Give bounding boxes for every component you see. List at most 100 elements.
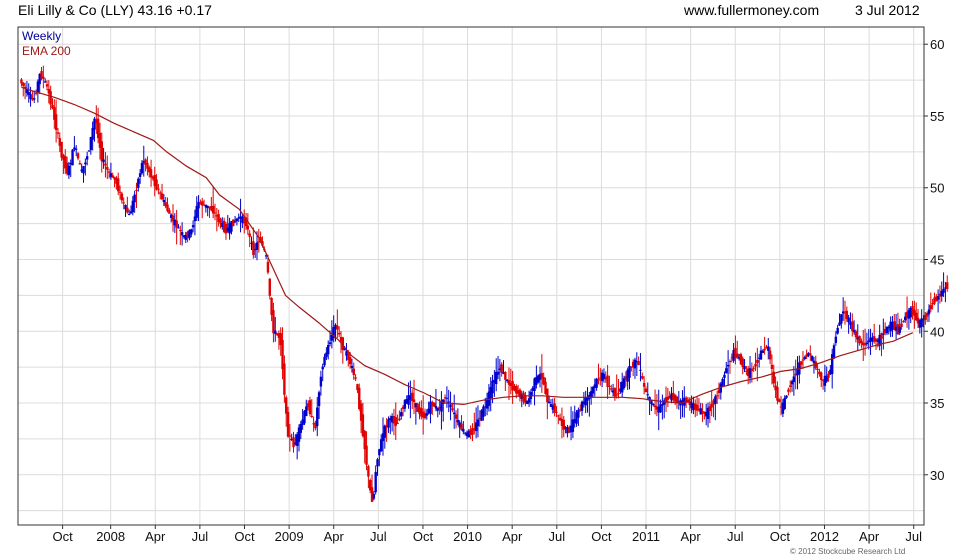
- candle-body: [255, 242, 259, 250]
- candle-body: [644, 388, 648, 393]
- candle-body: [482, 406, 485, 417]
- candle-body: [43, 81, 47, 83]
- candle-body: [597, 378, 600, 381]
- candle-body: [553, 403, 556, 413]
- candle-body: [168, 210, 171, 214]
- candle-body: [577, 409, 580, 418]
- candle-body: [832, 345, 836, 359]
- candle-body: [721, 378, 724, 386]
- x-tick-label: Apr: [324, 529, 345, 544]
- x-tick-label: Apr: [681, 529, 702, 544]
- candle-body: [157, 188, 160, 190]
- candle-body: [451, 408, 454, 411]
- candle-body: [354, 377, 357, 379]
- candle-body: [547, 401, 551, 404]
- candle-body: [211, 205, 215, 214]
- candle-body: [367, 466, 370, 477]
- candle-body: [67, 165, 71, 176]
- price-chart: 30 35 40 45 50 55 60 Oct 2008 Apr Jul Oct 2009 Apr Ju…: [17, 26, 949, 556]
- candle-body: [91, 127, 94, 140]
- candle-body: [246, 225, 250, 230]
- x-tick-label: 2009: [275, 529, 304, 544]
- candle-body: [102, 159, 105, 163]
- candle-body: [78, 163, 82, 165]
- candle-body: [816, 368, 819, 370]
- candle-body: [235, 218, 239, 222]
- candle-body: [54, 114, 58, 130]
- candle-body: [810, 356, 814, 361]
- candle-body: [927, 309, 931, 315]
- candle-body: [741, 358, 744, 367]
- x-tick-label: Apr: [859, 529, 880, 544]
- candle-body: [166, 204, 169, 212]
- candle-body: [396, 423, 399, 425]
- candle-body: [447, 401, 450, 403]
- candle-body: [137, 178, 140, 188]
- candle-body: [82, 166, 85, 174]
- candle-body: [610, 388, 613, 390]
- candle-body: [714, 396, 717, 404]
- candle-body: [394, 417, 397, 426]
- candle-body: [412, 399, 416, 403]
- candle-body: [641, 376, 644, 379]
- candle-body: [882, 333, 885, 335]
- candle-body: [776, 386, 779, 401]
- legend-indicator: EMA 200: [22, 44, 71, 58]
- candle-body: [633, 359, 637, 369]
- plot-frame: [17, 26, 925, 526]
- candle-body: [615, 394, 618, 396]
- candle-body: [191, 225, 195, 228]
- candle-body: [425, 413, 429, 416]
- candle-body: [652, 404, 655, 406]
- candle-body: [266, 261, 270, 273]
- candle-body: [383, 425, 387, 438]
- candle-body: [288, 435, 292, 437]
- candle-body: [268, 278, 271, 296]
- candle-body: [504, 371, 507, 380]
- x-tick-label: Jul: [727, 529, 744, 544]
- x-tick-label: Oct: [770, 529, 791, 544]
- candle-body: [432, 402, 436, 407]
- candle-body: [752, 367, 755, 369]
- candle-body: [902, 321, 905, 323]
- copyright-note: © 2012 Stockcube Research Ltd: [790, 547, 905, 556]
- candle-body: [49, 91, 52, 105]
- candle-body: [847, 317, 850, 323]
- candle-body: [348, 357, 352, 365]
- candle-body: [555, 411, 558, 413]
- candle-body: [898, 326, 901, 333]
- x-tick-label: Jul: [905, 529, 922, 544]
- candle-body: [456, 419, 460, 423]
- candle-body: [299, 423, 303, 433]
- candle-body: [785, 395, 788, 398]
- candle-body: [135, 189, 138, 191]
- candle-body: [851, 321, 854, 331]
- candle-body: [175, 220, 178, 228]
- candle-body: [127, 214, 131, 216]
- candle-body: [327, 345, 330, 355]
- candle-body: [929, 305, 933, 310]
- candle-body: [122, 202, 125, 204]
- candle-body: [337, 332, 341, 335]
- candle-body: [865, 342, 869, 345]
- candle-body: [177, 227, 180, 229]
- x-tick-label: Apr: [502, 529, 523, 544]
- candle-body: [75, 148, 78, 150]
- x-axis: Oct 2008 Apr Jul Oct 2009 Apr Jul Oct 2010 Apr Jul O…: [52, 525, 922, 544]
- candle-body: [608, 385, 611, 387]
- candle-body: [159, 192, 162, 194]
- x-tick-label: 2012: [810, 529, 839, 544]
- candle-body: [770, 364, 774, 369]
- candle-body: [138, 173, 142, 178]
- candle-body: [476, 419, 480, 427]
- candle-body: [104, 163, 107, 166]
- candle-body: [149, 169, 153, 178]
- candle-body: [232, 219, 235, 227]
- candle-body: [942, 288, 945, 293]
- candle-body: [283, 363, 286, 395]
- candle-body: [387, 419, 390, 428]
- candle-body: [637, 361, 640, 366]
- candle-body: [763, 348, 766, 351]
- candle-body: [788, 385, 792, 387]
- legend-period: Weekly: [22, 29, 61, 43]
